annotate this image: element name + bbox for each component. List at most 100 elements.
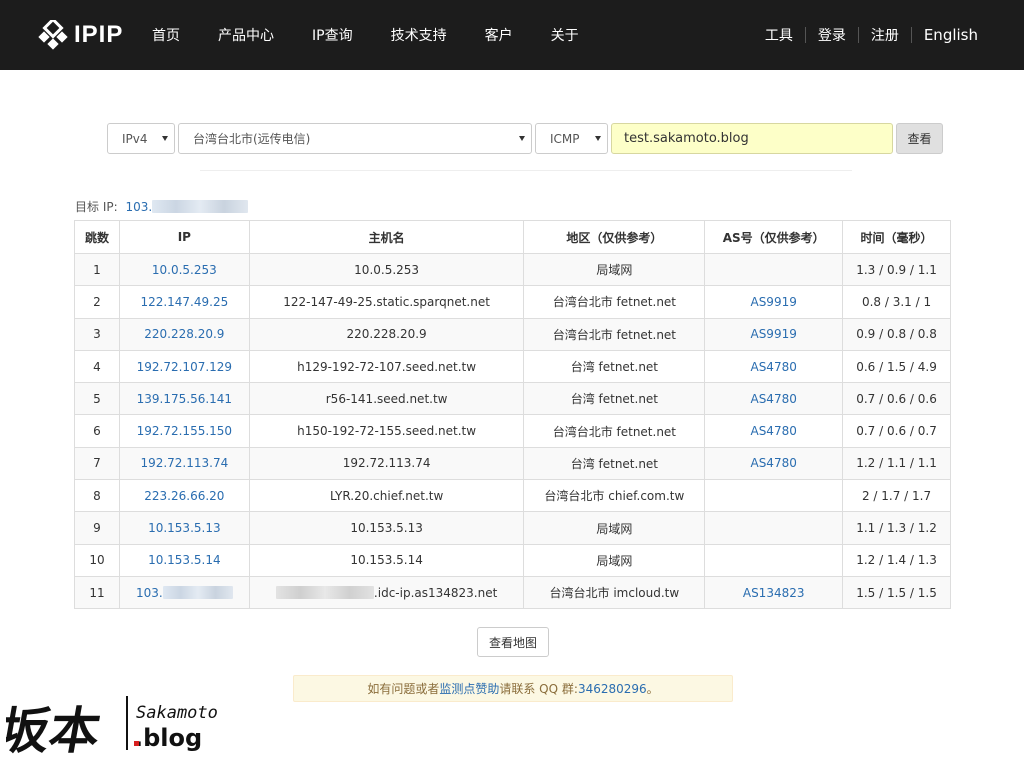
main-nav: 首页 产品中心 IP查询 技术支持 客户 关于 xyxy=(152,0,617,70)
nav-item-home[interactable]: 首页 xyxy=(152,25,180,45)
cell-asn[interactable]: AS4780 xyxy=(704,382,844,416)
redacted-blur xyxy=(162,585,233,599)
cell-hop-text: 1 xyxy=(93,262,101,277)
cell-region-text: 台湾台北市 fetnet.net xyxy=(552,424,677,439)
traceroute-table: 跳数 IP 主机名 地区（仅供参考） AS号（仅供参考） 时间（毫秒） 1 10.… xyxy=(74,220,951,610)
cell-ip[interactable]: 220.228.20.9 xyxy=(118,317,250,351)
cell-hostname: 122-147-49-25.static.sparqnet.net xyxy=(248,285,525,319)
cell-hostname: LYR.20.chief.net.tw xyxy=(248,479,525,513)
ipip-logo[interactable]: IPIP xyxy=(38,20,123,50)
cell-time-text: 0.9 / 0.8 / 0.8 xyxy=(856,327,937,342)
node-value: 台湾台北市(远传电信) xyxy=(193,132,311,146)
cell-region-text: 台湾 fetnet.net xyxy=(570,456,659,471)
nav-item-ip-query[interactable]: IP查询 xyxy=(312,25,353,45)
column-header-asn: AS号（仅供参考） xyxy=(704,220,844,254)
cell-hostname-text: r56-141.seed.net.tw xyxy=(325,391,448,406)
cell-ip[interactable]: 192.72.113.74 xyxy=(118,446,250,481)
sponsor-link[interactable]: 监测点赞助 xyxy=(439,680,499,697)
cell-hop-text: 6 xyxy=(93,424,101,439)
cell-time-text: 1.2 / 1.1 / 1.1 xyxy=(856,456,937,471)
cell-region: 台湾 fetnet.net xyxy=(523,446,706,481)
nav-item-about[interactable]: 关于 xyxy=(551,25,579,45)
cell-time-text: 1.3 / 0.9 / 1.1 xyxy=(856,262,937,277)
cell-hop: 2 xyxy=(74,285,120,319)
cell-asn[interactable]: AS4780 xyxy=(704,414,844,448)
cell-asn[interactable]: AS4780 xyxy=(704,446,844,481)
nav-item-products[interactable]: 产品中心 xyxy=(218,25,274,45)
cell-ip[interactable]: 10.0.5.253 xyxy=(118,252,250,287)
cell-hop: 10 xyxy=(74,543,120,577)
ip-version-select[interactable]: IPv4 xyxy=(107,123,175,154)
cell-ip[interactable]: 122.147.49.25 xyxy=(118,285,250,319)
cell-region: 局域网 xyxy=(523,511,706,545)
nav-item-tools[interactable]: 工具 xyxy=(765,25,793,45)
cell-hostname: 10.153.5.13 xyxy=(248,511,525,545)
cell-time-text: 0.8 / 3.1 / 1 xyxy=(861,294,932,309)
cell-asn[interactable]: AS9919 xyxy=(704,285,844,319)
cell-time: 1.5 / 1.5 / 1.5 xyxy=(842,575,951,610)
cell-ip[interactable]: 192.72.107.129 xyxy=(118,349,250,384)
cell-hop: 4 xyxy=(74,349,120,384)
cell-ip[interactable]: 10.153.5.14 xyxy=(118,543,250,577)
cell-ip-text: 192.72.155.150 xyxy=(136,424,233,439)
column-header-region: 地区（仅供参考） xyxy=(523,220,706,254)
cell-ip-text: 192.72.107.129 xyxy=(136,359,233,374)
cell-ip-text: 10.153.5.14 xyxy=(148,553,221,568)
cell-asn-text: AS4780 xyxy=(750,391,797,406)
view-map-button[interactable]: 查看地图 xyxy=(477,627,549,657)
target-ip-value[interactable]: 103. xyxy=(125,200,249,214)
table-row: 10 10.153.5.14 10.153.5.14 局域网 1.2 / 1.4 / 1… xyxy=(74,543,951,577)
redacted-blur xyxy=(152,200,249,213)
cell-region: 台湾台北市 imcloud.tw xyxy=(523,575,706,610)
logo-text: IPIP xyxy=(74,21,124,48)
cell-asn[interactable]: AS9919 xyxy=(704,317,844,351)
cell-hostname: 220.228.20.9 xyxy=(248,317,525,351)
cell-region: 局域网 xyxy=(523,543,706,577)
cell-hop-text: 8 xyxy=(93,488,101,503)
cell-asn[interactable]: AS134823 xyxy=(704,575,844,610)
node-select[interactable]: 台湾台北市(远传电信) xyxy=(178,123,532,154)
table-row: 2 122.147.49.25 122-147-49-25.static.sparq… xyxy=(74,285,951,319)
cell-time-text: 1.5 / 1.5 / 1.5 xyxy=(856,585,937,600)
cell-ip[interactable]: 10.153.5.13 xyxy=(118,511,250,545)
table-row: 7 192.72.113.74 192.72.113.74 台湾 fetnet.net… xyxy=(74,446,951,481)
protocol-select[interactable]: ICMP xyxy=(535,123,608,154)
nav-item-register[interactable]: 注册 xyxy=(871,25,899,45)
view-button[interactable]: 查看 xyxy=(896,123,943,154)
cell-asn[interactable]: AS4780 xyxy=(704,349,844,384)
cell-ip-text: 220.228.20.9 xyxy=(144,327,225,342)
cell-hostname-text: h129-192-72-107.seed.net.tw xyxy=(297,359,477,374)
cell-time: 0.9 / 0.8 / 0.8 xyxy=(842,317,951,351)
notice-text-before: 如有问题或者 xyxy=(367,682,440,696)
column-header-hop: 跳数 xyxy=(74,220,120,254)
table-row: 3 220.228.20.9 220.228.20.9 台湾台北市 fetnet.ne… xyxy=(74,317,951,351)
table-header-row: 跳数 IP 主机名 地区（仅供参考） AS号（仅供参考） 时间（毫秒） xyxy=(74,220,951,254)
cell-region: 局域网 xyxy=(523,252,706,287)
cell-ip[interactable]: 223.26.66.20 xyxy=(118,479,250,513)
cell-ip[interactable]: 139.175.56.141 xyxy=(118,382,250,416)
nav-item-english[interactable]: English xyxy=(924,26,978,44)
cell-ip[interactable]: 192.72.155.150 xyxy=(118,414,250,448)
cell-ip-text: 223.26.66.20 xyxy=(144,488,225,503)
cell-time: 2 / 1.7 / 1.7 xyxy=(842,479,951,513)
cell-hop-text: 3 xyxy=(93,327,101,342)
cell-hop: 9 xyxy=(74,511,120,545)
cell-hop-text: 7 xyxy=(93,456,101,471)
column-header-hostname: 主机名 xyxy=(248,220,525,254)
target-ip-label: 目标 IP: xyxy=(75,200,118,214)
cell-hostname-text: 122-147-49-25.static.sparqnet.net xyxy=(283,294,490,309)
cell-time: 0.6 / 1.5 / 4.9 xyxy=(842,349,951,384)
nav-item-login[interactable]: 登录 xyxy=(818,25,846,45)
cell-ip[interactable]: 103. xyxy=(118,575,250,610)
chevron-down-icon xyxy=(519,136,525,141)
cell-asn-text: AS4780 xyxy=(750,359,797,374)
cell-ip-text: 10.0.5.253 xyxy=(151,262,217,277)
cell-asn xyxy=(704,479,844,513)
nav-item-customers[interactable]: 客户 xyxy=(485,25,513,45)
nav-item-support[interactable]: 技术支持 xyxy=(391,25,447,45)
qq-group-link[interactable]: 346280296 xyxy=(578,682,647,696)
cell-region-text: 台湾 fetnet.net xyxy=(570,360,659,375)
chevron-down-icon xyxy=(595,136,601,141)
host-input[interactable]: test.sakamoto.blog xyxy=(611,123,893,154)
cell-time: 0.7 / 0.6 / 0.6 xyxy=(842,382,951,416)
